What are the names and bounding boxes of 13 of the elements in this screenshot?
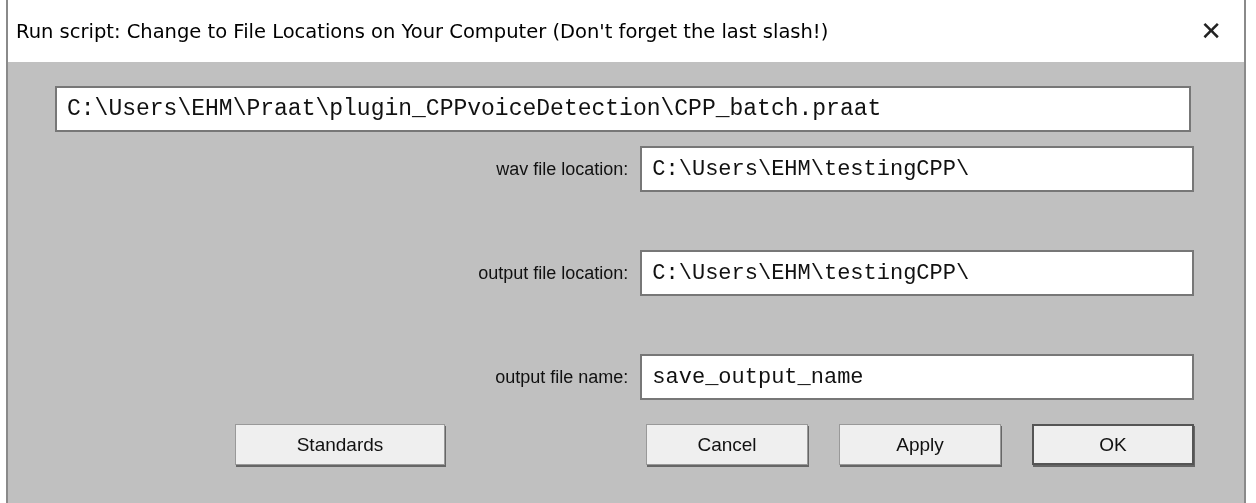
- field-label: output file location:: [477, 262, 630, 284]
- field-label: output file name:: [494, 366, 630, 388]
- close-button[interactable]: ✕: [1196, 16, 1226, 46]
- input-field[interactable]: C:\Users\EHM\testingCPP\: [640, 146, 1194, 192]
- dialog-button[interactable]: OK: [1032, 424, 1194, 465]
- dialog-button[interactable]: Apply: [839, 424, 1001, 465]
- input-field[interactable]: save_output_name: [640, 354, 1194, 400]
- script-path-field[interactable]: C:\Users\EHM\Praat\plugin_CPPvoiceDetection\CPP_batch.praat: [55, 86, 1191, 132]
- field-label: wav file location:: [495, 158, 630, 180]
- input-field[interactable]: C:\Users\EHM\testingCPP\: [640, 250, 1194, 296]
- dialog-button[interactable]: Standards: [235, 424, 445, 465]
- dialog-button[interactable]: Cancel: [646, 424, 808, 465]
- window-title: Run script: Change to File Locations on Your Computer (Don't forget the last slash!): [16, 19, 829, 43]
